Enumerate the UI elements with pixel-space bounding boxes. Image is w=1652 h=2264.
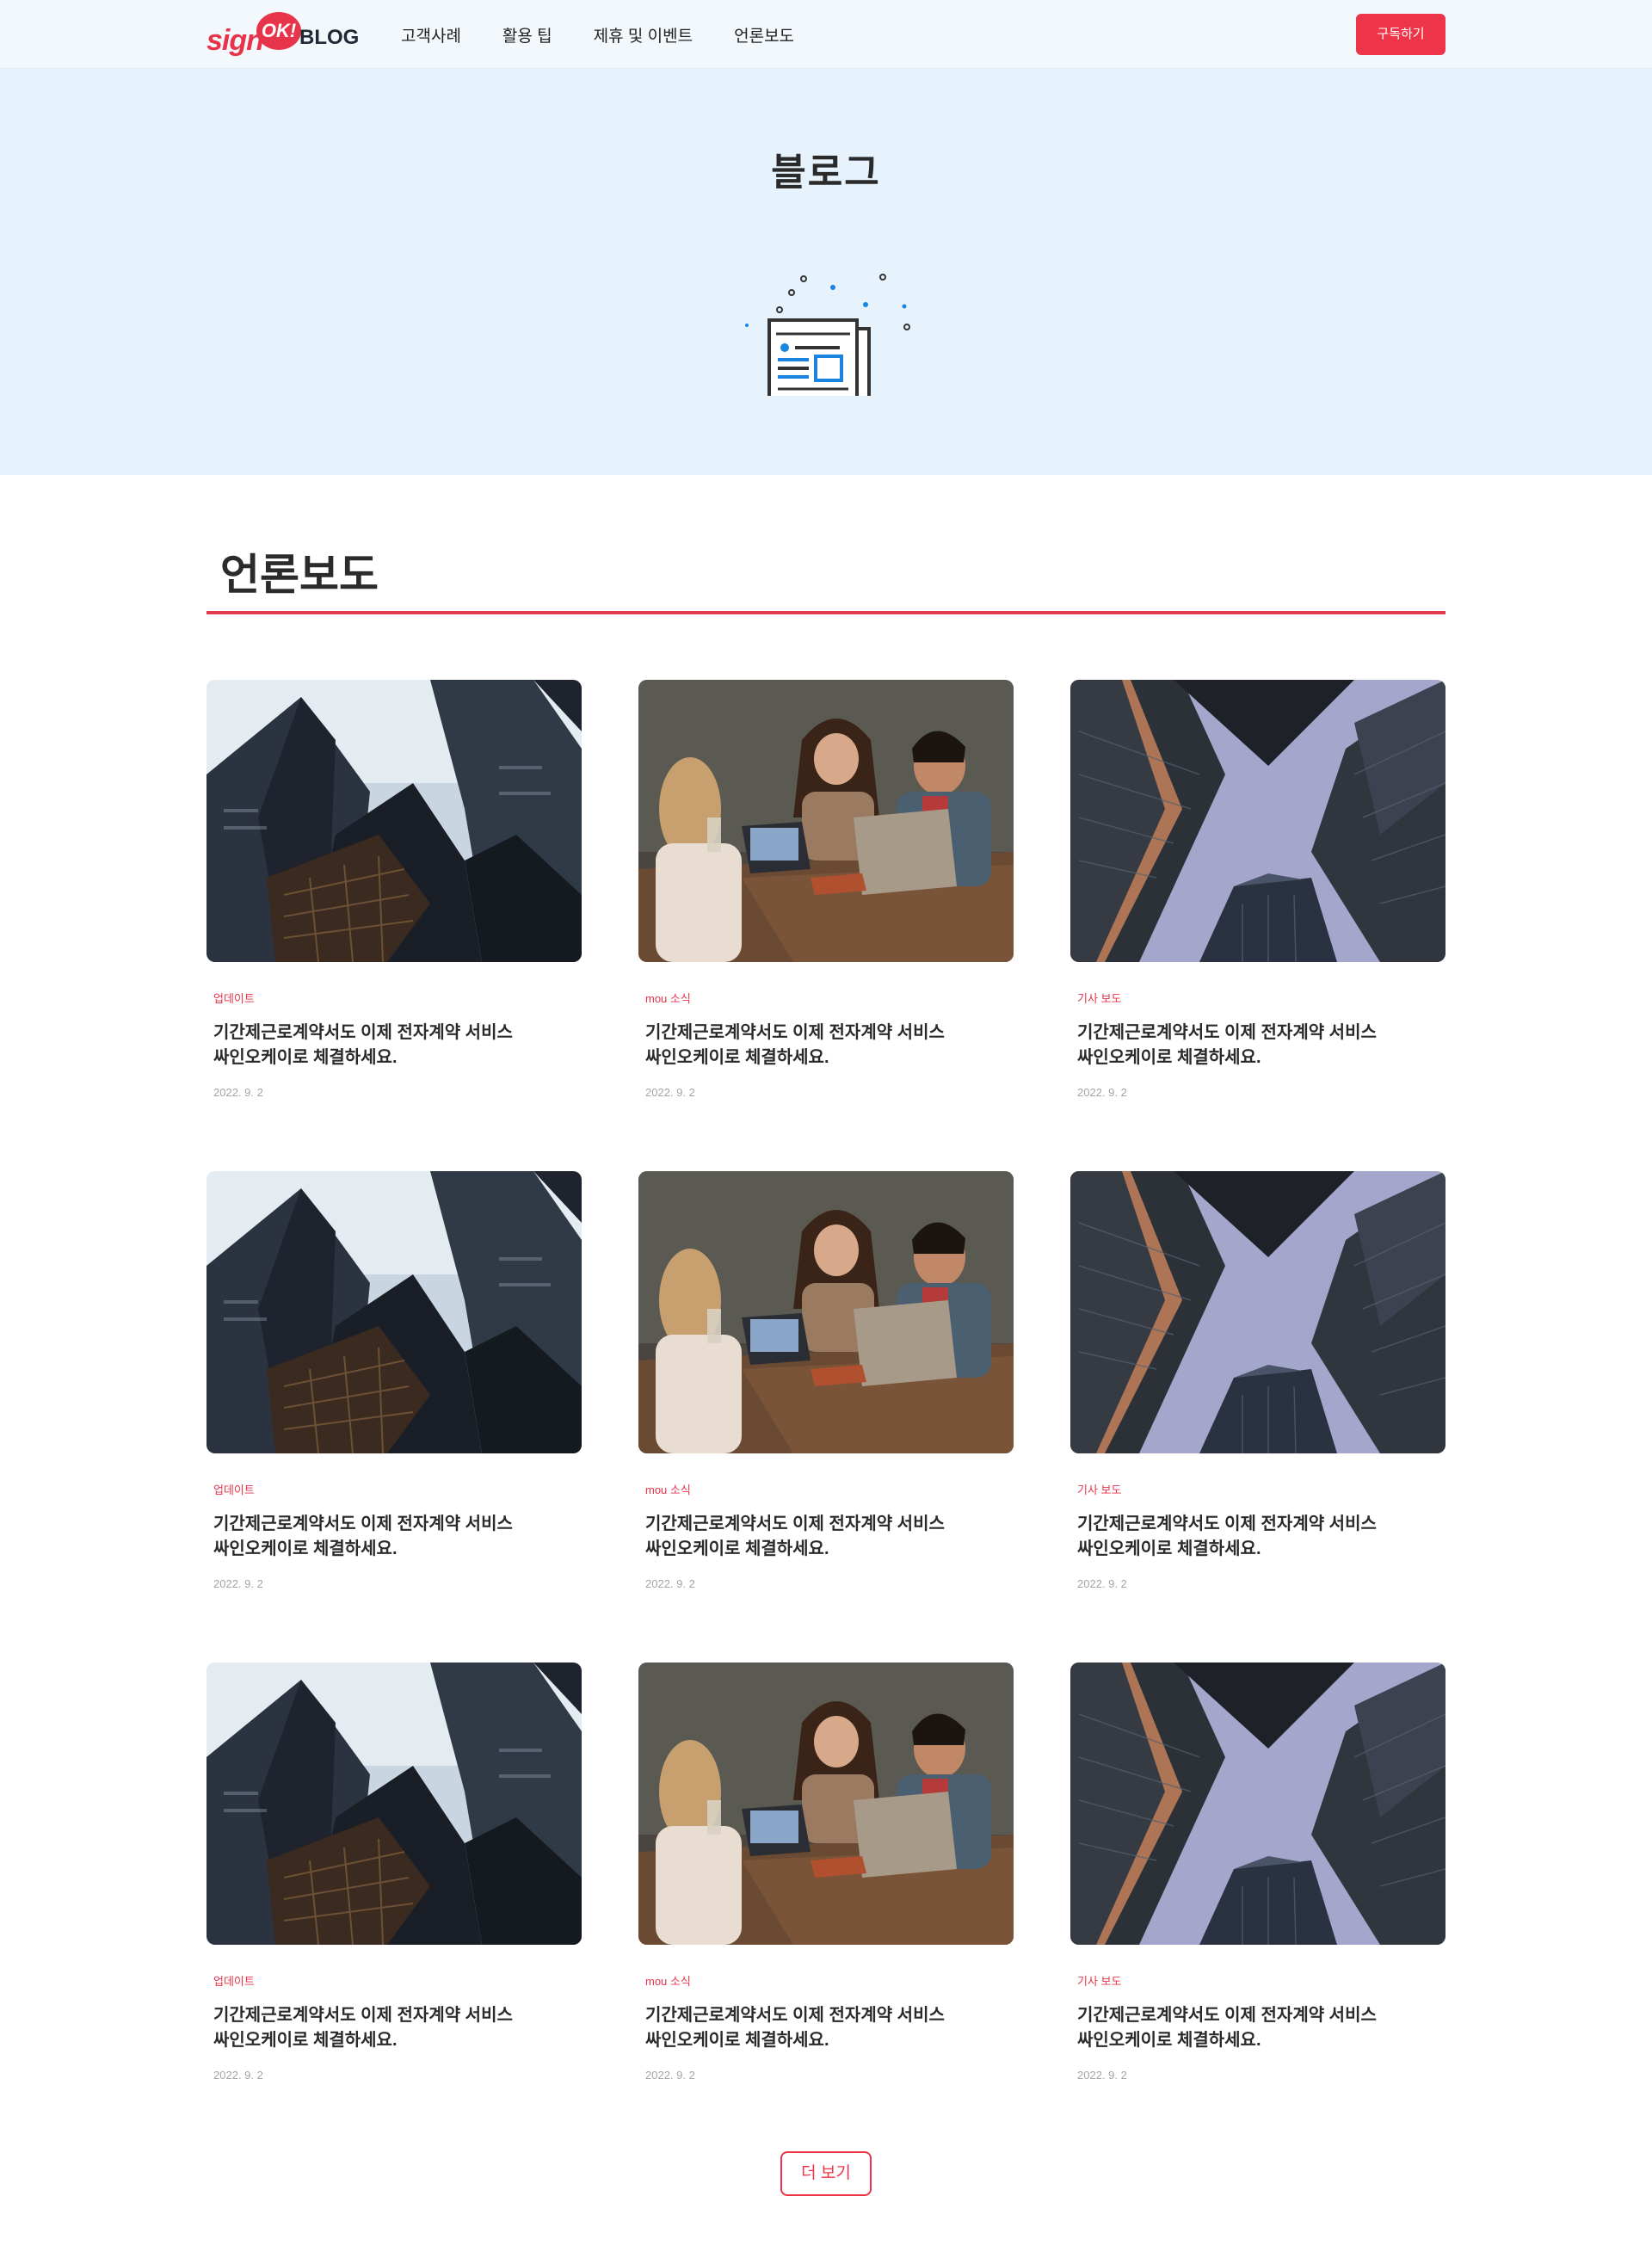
article-card[interactable]: mou 소식 기간제근로계약서도 이제 전자계약 서비스싸인오케이로 체결하세요… xyxy=(638,680,1014,1127)
article-date: 2022. 9. 2 xyxy=(1077,1086,1127,1099)
article-title-line: 싸인오케이로 체결하세요. xyxy=(1077,1539,1261,1558)
skyscrapers-photo xyxy=(206,1171,582,1453)
buildings-sky-photo xyxy=(1070,1171,1446,1453)
nav-item-customer-cases[interactable]: 고객사례 xyxy=(401,23,461,46)
page-title: 블로그 xyxy=(771,151,881,194)
article-thumbnail[interactable] xyxy=(1070,680,1446,962)
article-card[interactable]: 기사 보도 기간제근로계약서도 이제 전자계약 서비스싸인오케이로 체결하세요.… xyxy=(1070,1171,1446,1619)
article-date: 2022. 9. 2 xyxy=(213,1577,263,1590)
article-title-line: 싸인오케이로 체결하세요. xyxy=(1077,1048,1261,1067)
article-category[interactable]: mou 소식 xyxy=(645,990,691,1006)
top-header: sign OK! BLOG 고객사례 활용 팁 제휴 및 이벤트 언론보도 구독… xyxy=(0,0,1652,69)
section-divider xyxy=(206,611,1446,614)
load-more-button[interactable]: 더 보기 xyxy=(780,2151,872,2196)
subscribe-button[interactable]: 구독하기 xyxy=(1356,14,1446,55)
nav-item-tips[interactable]: 활용 팁 xyxy=(502,23,552,46)
nav-item-press[interactable]: 언론보도 xyxy=(734,23,794,46)
article-title[interactable]: 기간제근로계약서도 이제 전자계약 서비스싸인오케이로 체결하세요. xyxy=(213,1021,575,1070)
skyscrapers-photo xyxy=(206,680,582,962)
article-category[interactable]: 기사 보도 xyxy=(1077,1481,1121,1497)
article-date: 2022. 9. 2 xyxy=(1077,1577,1127,1590)
main-nav: 고객사례 활용 팁 제휴 및 이벤트 언론보도 xyxy=(401,0,835,69)
article-title-line: 싸인오케이로 체결하세요. xyxy=(213,2031,398,2050)
article-thumbnail[interactable] xyxy=(206,1171,582,1453)
people-meeting-photo xyxy=(638,1171,1014,1453)
article-title-line: 싸인오케이로 체결하세요. xyxy=(1077,2031,1261,2050)
article-date: 2022. 9. 2 xyxy=(645,1086,695,1099)
article-title[interactable]: 기간제근로계약서도 이제 전자계약 서비스싸인오케이로 체결하세요. xyxy=(645,1021,1007,1070)
article-card[interactable]: mou 소식 기간제근로계약서도 이제 전자계약 서비스싸인오케이로 체결하세요… xyxy=(638,1663,1014,2110)
logo-blog-text: BLOG xyxy=(299,26,360,49)
article-title[interactable]: 기간제근로계약서도 이제 전자계약 서비스싸인오케이로 체결하세요. xyxy=(645,2003,1007,2053)
article-title[interactable]: 기간제근로계약서도 이제 전자계약 서비스싸인오케이로 체결하세요. xyxy=(1077,1021,1439,1070)
article-date: 2022. 9. 2 xyxy=(213,1086,263,1099)
people-meeting-photo xyxy=(638,680,1014,962)
article-category[interactable]: mou 소식 xyxy=(645,1972,691,1989)
article-card[interactable]: 업데이트 기간제근로계약서도 이제 전자계약 서비스 싸인오케이로 체결하세요. … xyxy=(206,1663,582,2110)
article-thumbnail[interactable] xyxy=(638,1171,1014,1453)
article-title[interactable]: 기간제근로계약서도 이제 전자계약 서비스싸인오케이로 체결하세요. xyxy=(213,2003,575,2053)
article-title[interactable]: 기간제근로계약서도 이제 전자계약 서비스싸인오케이로 체결하세요. xyxy=(645,1512,1007,1562)
article-thumbnail[interactable] xyxy=(638,680,1014,962)
article-title-line: 싸인오케이로 체결하세요. xyxy=(645,1048,829,1067)
section-title: 언론보도 xyxy=(220,551,379,599)
article-title-line: 싸인오케이로 체결하세요. xyxy=(645,2031,829,2050)
buildings-sky-photo xyxy=(1070,680,1446,962)
article-title[interactable]: 기간제근로계약서도 이제 전자계약 서비스싸인오케이로 체결하세요. xyxy=(1077,1512,1439,1562)
article-title-line: 기간제근로계약서도 이제 전자계약 서비스 xyxy=(645,1514,945,1533)
article-category[interactable]: 업데이트 xyxy=(213,1481,255,1497)
buildings-sky-photo xyxy=(1070,1663,1446,1945)
article-date: 2022. 9. 2 xyxy=(645,2069,695,2082)
site-logo[interactable]: sign OK! BLOG xyxy=(206,12,361,57)
hero-banner: 블로그 xyxy=(0,69,1652,475)
article-card[interactable]: 업데이트 기간제근로계약서도 이제 전자계약 서비스 싸인오케이로 체결하세요. … xyxy=(206,1171,582,1619)
article-title-line: 기간제근로계약서도 이제 전자계약 서비스 xyxy=(213,2006,513,2025)
article-title-line: 기간제근로계약서도 이제 전자계약 서비스 xyxy=(213,1023,513,1042)
newspaper-laptop-icon xyxy=(745,274,910,396)
article-category[interactable]: mou 소식 xyxy=(645,1481,691,1497)
article-category[interactable]: 기사 보도 xyxy=(1077,1972,1121,1989)
article-card[interactable]: 기사 보도 기간제근로계약서도 이제 전자계약 서비스싸인오케이로 체결하세요.… xyxy=(1070,1663,1446,2110)
people-meeting-photo xyxy=(638,1663,1014,1945)
article-thumbnail[interactable] xyxy=(206,1663,582,1945)
nav-item-partnership-events[interactable]: 제휴 및 이벤트 xyxy=(594,23,693,46)
article-category[interactable]: 업데이트 xyxy=(213,1972,255,1989)
article-date: 2022. 9. 2 xyxy=(645,1577,695,1590)
article-title-line: 기간제근로계약서도 이제 전자계약 서비스 xyxy=(1077,1514,1377,1533)
article-title[interactable]: 기간제근로계약서도 이제 전자계약 서비스싸인오케이로 체결하세요. xyxy=(1077,2003,1439,2053)
article-thumbnail[interactable] xyxy=(1070,1663,1446,1945)
article-title-line: 기간제근로계약서도 이제 전자계약 서비스 xyxy=(213,1514,513,1533)
article-title-line: 싸인오케이로 체결하세요. xyxy=(213,1048,398,1067)
article-title-line: 싸인오케이로 체결하세요. xyxy=(213,1539,398,1558)
logo-ok-badge: OK! xyxy=(256,12,301,50)
article-title-line: 싸인오케이로 체결하세요. xyxy=(645,1539,829,1558)
article-date: 2022. 9. 2 xyxy=(213,2069,263,2082)
article-thumbnail[interactable] xyxy=(206,680,582,962)
article-date: 2022. 9. 2 xyxy=(1077,2069,1127,2082)
logo-sign-text: sign xyxy=(206,24,264,57)
article-title[interactable]: 기간제근로계약서도 이제 전자계약 서비스싸인오케이로 체결하세요. xyxy=(213,1512,575,1562)
article-thumbnail[interactable] xyxy=(1070,1171,1446,1453)
article-card[interactable]: mou 소식 기간제근로계약서도 이제 전자계약 서비스싸인오케이로 체결하세요… xyxy=(638,1171,1014,1619)
skyscrapers-photo xyxy=(206,1663,582,1945)
header-inner: sign OK! BLOG 고객사례 활용 팁 제휴 및 이벤트 언론보도 구독… xyxy=(206,0,1446,69)
article-card[interactable]: 업데이트 기간제근로계약서도 이제 전자계약 서비스 싸인오케이로 체결하세요. … xyxy=(206,680,582,1127)
article-card[interactable]: 기사 보도 기간제근로계약서도 이제 전자계약 서비스싸인오케이로 체결하세요.… xyxy=(1070,680,1446,1127)
article-category[interactable]: 업데이트 xyxy=(213,990,255,1006)
article-category[interactable]: 기사 보도 xyxy=(1077,990,1121,1006)
article-thumbnail[interactable] xyxy=(638,1663,1014,1945)
article-title-line: 기간제근로계약서도 이제 전자계약 서비스 xyxy=(645,2006,945,2025)
article-title-line: 기간제근로계약서도 이제 전자계약 서비스 xyxy=(1077,2006,1377,2025)
article-title-line: 기간제근로계약서도 이제 전자계약 서비스 xyxy=(1077,1023,1377,1042)
article-title-line: 기간제근로계약서도 이제 전자계약 서비스 xyxy=(645,1023,945,1042)
